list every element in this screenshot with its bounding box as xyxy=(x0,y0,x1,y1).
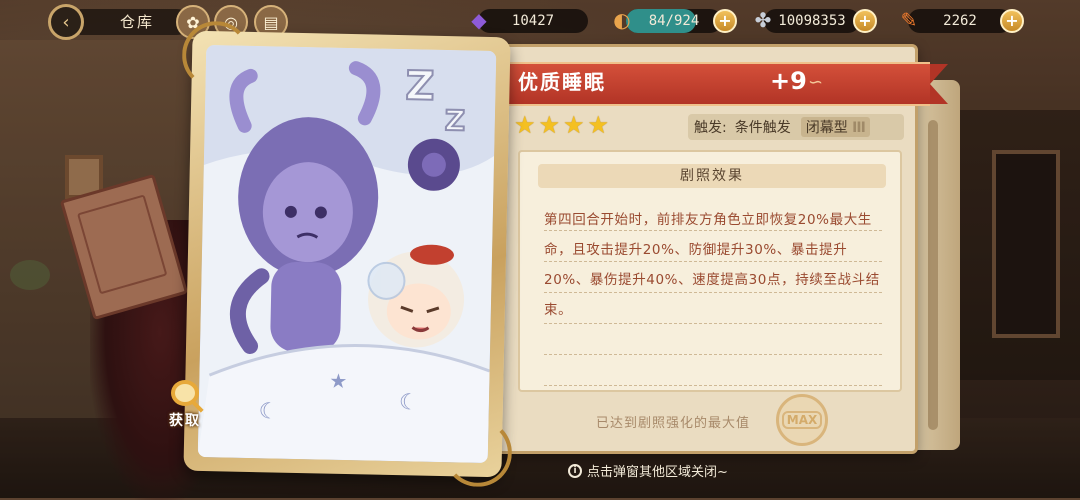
obtain-label: 获取 xyxy=(169,413,201,429)
max-level-note: 已达到剧照强化的最大值 xyxy=(596,416,751,431)
type-bars-icon: III xyxy=(852,120,866,136)
star-icon: ★ xyxy=(563,111,585,139)
max-badge: MAX xyxy=(776,394,828,446)
add-coins-button[interactable]: + xyxy=(853,9,877,33)
trigger-label: 触发: xyxy=(694,120,727,136)
skill-type: 闭幕型 xyxy=(805,120,848,136)
back-button[interactable]: ‹ xyxy=(48,4,84,40)
svg-text:☾: ☾ xyxy=(399,390,419,415)
max-badge-label: MAX xyxy=(781,411,823,429)
svg-text:★: ★ xyxy=(329,369,347,393)
energy-value: 84/924 xyxy=(648,13,700,29)
energy-counter: 84/924 xyxy=(626,9,722,33)
back-arrow-icon: ‹ xyxy=(62,11,70,33)
energy-bowl-icon: ◐ xyxy=(613,8,631,32)
effect-box: 剧照效果 第四回合开始时，前排友方角色立即恢复20%最大生命，且攻击提升20%、… xyxy=(518,150,902,392)
illustration-card: Z Z ☾ ★ ☾ xyxy=(181,20,513,488)
trigger-info: 触发: 条件触发 闭幕型 III xyxy=(688,114,904,140)
star-icon: ★ xyxy=(587,111,610,139)
ribbon-swirl-icon: ∽ xyxy=(808,72,824,93)
star-icon: ★ xyxy=(514,111,536,139)
add-carrots-button[interactable]: + xyxy=(1000,9,1024,33)
close-hint: i 点击弹窗其他区域关闭~ xyxy=(568,461,728,480)
effect-header: 剧照效果 xyxy=(538,164,886,188)
skill-name: 优质睡眠 xyxy=(518,70,606,94)
star-icon: ★ xyxy=(538,111,561,139)
effect-description: 第四回合开始时，前排友方角色立即恢复20%最大生命，且攻击提升20%、防御提升3… xyxy=(544,212,880,318)
scrollbar[interactable] xyxy=(928,120,938,430)
skill-level: +9 xyxy=(770,67,807,95)
info-icon: i xyxy=(568,463,582,478)
purple-gem-icon: ◆ xyxy=(471,8,487,32)
close-hint-text: 点击弹窗其他区域关闭~ xyxy=(587,465,728,480)
star-rating: ★ ★ ★ ★ xyxy=(514,113,609,137)
carrot-icon: ✎ xyxy=(900,8,918,32)
trigger-value: 条件触发 xyxy=(734,120,791,136)
svg-text:☾: ☾ xyxy=(258,399,278,424)
skill-type-tag: 闭幕型 III xyxy=(800,117,870,137)
illustration-art: Z Z ☾ ★ ☾ xyxy=(197,45,497,463)
silver-coin-icon: ✤ xyxy=(754,8,772,32)
sleeping-characters-illustration: Z Z ☾ ★ ☾ xyxy=(197,45,497,463)
top-bar: 仓库 ‹ ✿ ◎ ▤ 10427 ◆ 84/924 ◐ + 10098353 ✤… xyxy=(0,0,1080,42)
page-title: 仓库 xyxy=(80,9,190,35)
svg-text:Z: Z xyxy=(405,63,435,110)
svg-text:Z: Z xyxy=(444,104,465,137)
add-energy-button[interactable]: + xyxy=(713,9,737,33)
magnifier-icon xyxy=(171,380,199,406)
obtain-button[interactable]: 获取 xyxy=(160,380,210,430)
